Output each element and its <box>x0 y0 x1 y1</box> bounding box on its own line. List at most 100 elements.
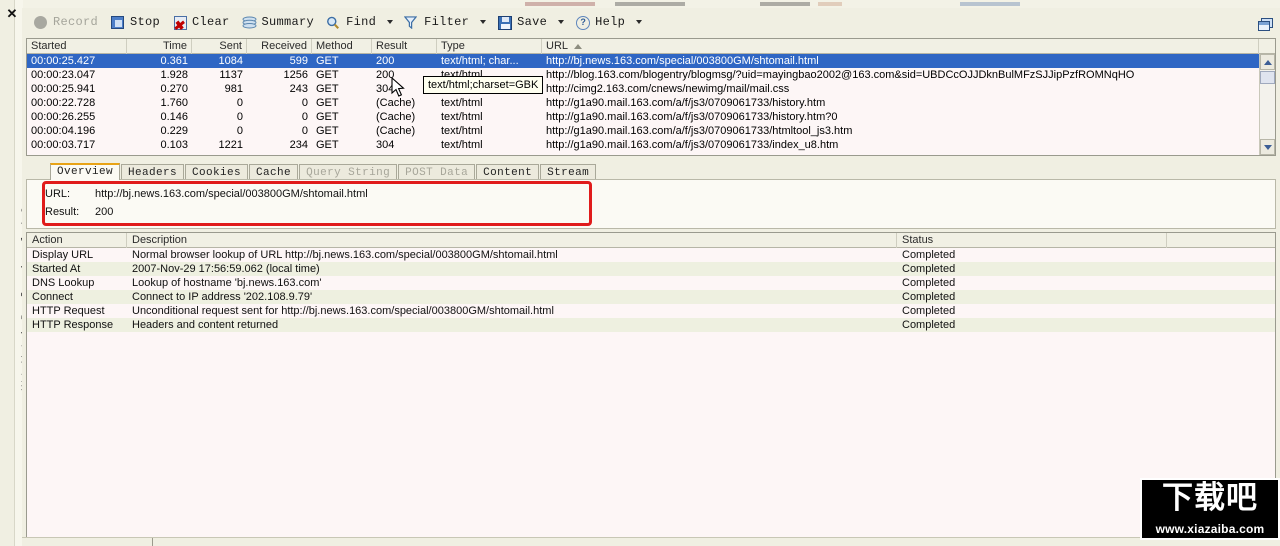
detail-tabs[interactable]: Overview Headers Cookies Cache Query String P… <box>50 163 597 180</box>
detail-row[interactable]: Connect Connect to IP address '202.108.9.… <box>27 290 1275 304</box>
scroll-up-icon[interactable] <box>1260 54 1275 70</box>
detail-cell-status: Completed <box>902 249 956 261</box>
request-row[interactable]: 00:00:03.717 0.103 1221 234 GET 304 text/html h… <box>27 138 1259 152</box>
request-grid[interactable]: Started Time Sent Received Method Result Type U… <box>26 38 1276 156</box>
column-header-label: Time <box>162 40 187 52</box>
close-icon[interactable]: ✕ <box>5 7 19 21</box>
tab-stream[interactable]: Stream <box>540 164 597 180</box>
help-dropdown-icon[interactable] <box>632 11 646 33</box>
cell-started: 00:00:22.728 <box>31 97 96 109</box>
cell-sent: 981 <box>224 83 243 95</box>
find-dropdown-icon[interactable] <box>383 11 397 33</box>
detail-cell-action: Display URL <box>32 249 94 261</box>
cell-method: GET <box>316 139 339 151</box>
cell-received: 0 <box>301 125 308 137</box>
request-grid-scrollbar[interactable] <box>1259 54 1275 155</box>
cell-received: 243 <box>289 83 308 95</box>
detail-column-header-action[interactable]: Action <box>27 233 127 248</box>
toolbar-button-label: Save <box>517 15 548 29</box>
tab-cache[interactable]: Cache <box>249 164 299 180</box>
request-row[interactable]: 00:00:23.047 1.928 1137 1256 GET 200 text/html… <box>27 68 1259 82</box>
detail-cell-status: Completed <box>902 263 956 275</box>
cell-url: http://g1a90.mail.163.com/a/f/js3/070906… <box>546 111 838 123</box>
restore-window-icon[interactable] <box>1258 18 1274 32</box>
detail-cell-description: Unconditional request sent for http://bj… <box>132 305 554 317</box>
cell-type: text/html <box>441 125 483 137</box>
clear-button[interactable]: ✖ Clear <box>167 11 235 33</box>
cell-method: GET <box>316 111 339 123</box>
cell-time: 0.146 <box>160 111 188 123</box>
scrollbar-thumb[interactable] <box>1260 71 1275 84</box>
cell-url: http://cimg2.163.com/cnews/newimg/mail/m… <box>546 83 790 95</box>
stop-button[interactable]: Stop <box>105 11 165 33</box>
request-row[interactable]: 00:00:25.9410.270981243GET304text/csshtt… <box>27 82 1259 96</box>
column-header-label: Result <box>376 40 408 52</box>
request-row[interactable]: 00:00:25.427 0.361 1084 599 GET 200 text/html;… <box>27 54 1259 68</box>
toolbar-button-label: Stop <box>130 15 161 29</box>
toolbar: Record Stop ✖ Clear Summary Find Filter Save? He… <box>22 8 1280 36</box>
request-row[interactable]: 00:00:04.196 0.229 0 0 GET (Cache) text/html ht… <box>27 124 1259 138</box>
detail-row[interactable]: Started At 2007-Nov-29 17:56:59.062 (loca… <box>27 262 1275 276</box>
help-button[interactable]: ? Help <box>570 11 630 33</box>
filter-button[interactable]: Filter <box>399 11 474 33</box>
save-dropdown-icon[interactable] <box>554 11 568 33</box>
tab-content[interactable]: Content <box>476 164 540 180</box>
detail-grid-body[interactable]: Display URL Normal browser lookup of URL … <box>27 248 1275 541</box>
summary-button[interactable]: Summary <box>237 11 320 33</box>
column-header-started[interactable]: Started <box>27 39 127 54</box>
request-row[interactable]: 00:00:26.255 0.146 0 0 GET (Cache) text/html ht… <box>27 110 1259 124</box>
request-row[interactable]: 00:00:22.728 1.760 0 0 GET (Cache) text/html ht… <box>27 96 1259 110</box>
detail-column-header-status[interactable]: Status <box>897 233 1167 248</box>
tab-post-data: POST Data <box>398 164 476 180</box>
column-header-type[interactable]: Type <box>437 39 542 54</box>
column-header-received[interactable]: Received <box>247 39 312 54</box>
column-header-time[interactable]: Time <box>127 39 192 54</box>
detail-column-header-description[interactable]: Description <box>127 233 897 248</box>
toolbar-button-label: Summary <box>261 15 315 29</box>
cell-type: text/html <box>441 97 483 109</box>
column-header-label: URL <box>546 40 569 52</box>
type-tooltip: text/html;charset=GBK <box>423 76 544 94</box>
cell-time: 0.361 <box>160 55 188 67</box>
save-button[interactable]: Save <box>492 11 552 33</box>
httpwatch-window: ✕ HttpWatch Professional 4.2 Record Stop ✖… <box>0 0 1280 546</box>
cell-received: 234 <box>289 139 308 151</box>
cell-sent: 1084 <box>218 55 243 67</box>
cell-result: 304 <box>376 139 395 151</box>
find-button[interactable]: Find <box>321 11 381 33</box>
tab-headers[interactable]: Headers <box>121 164 185 180</box>
watermark-url: www.xiazaiba.com <box>1155 522 1265 536</box>
detail-row[interactable]: DNS Lookup Lookup of hostname 'bj.news.16… <box>27 276 1275 290</box>
column-header-method[interactable]: Method <box>312 39 372 54</box>
detail-grid-header[interactable]: Action Description Status <box>27 233 1275 248</box>
cell-sent: 0 <box>236 111 243 123</box>
cell-url: http://g1a90.mail.163.com/a/f/js3/070906… <box>546 125 853 137</box>
detail-row[interactable]: HTTP Response Headers and content returne… <box>27 318 1275 332</box>
request-grid-header[interactable]: Started Time Sent Received Method Result Type U… <box>27 39 1275 54</box>
detail-row[interactable]: HTTP Request Unconditional request sent f… <box>27 304 1275 318</box>
status-bar <box>22 537 1280 546</box>
column-header-result[interactable]: Result <box>372 39 437 54</box>
cell-started: 00:00:25.941 <box>31 83 96 95</box>
column-header-url[interactable]: URL <box>542 39 1259 54</box>
request-grid-body[interactable]: 00:00:25.427 0.361 1084 599 GET 200 text/html;… <box>27 54 1259 155</box>
cell-sent: 0 <box>236 97 243 109</box>
cell-received: 1256 <box>283 69 308 81</box>
main-panel: Started Time Sent Received Method Result Type U… <box>22 36 1280 546</box>
column-header-sent[interactable]: Sent <box>192 39 247 54</box>
summary-icon <box>242 15 257 30</box>
tab-cookies[interactable]: Cookies <box>185 164 249 180</box>
filter-dropdown-icon[interactable] <box>476 11 490 33</box>
tab-overview[interactable]: Overview <box>50 163 121 180</box>
detail-row[interactable]: Display URL Normal browser lookup of URL … <box>27 248 1275 262</box>
scroll-down-icon[interactable] <box>1260 139 1275 155</box>
detail-cell-status: Completed <box>902 291 956 303</box>
watermark-text: 下载吧 <box>1162 480 1258 516</box>
cell-type: text/html <box>441 139 483 151</box>
toolbar-button-label: Find <box>346 15 377 29</box>
detail-cell-action: Connect <box>32 291 73 303</box>
detail-grid[interactable]: Action Description Status Display URL Norma… <box>26 232 1276 542</box>
cell-type: text/html; char... <box>441 55 519 67</box>
detail-cell-status: Completed <box>902 305 956 317</box>
cell-method: GET <box>316 55 339 67</box>
